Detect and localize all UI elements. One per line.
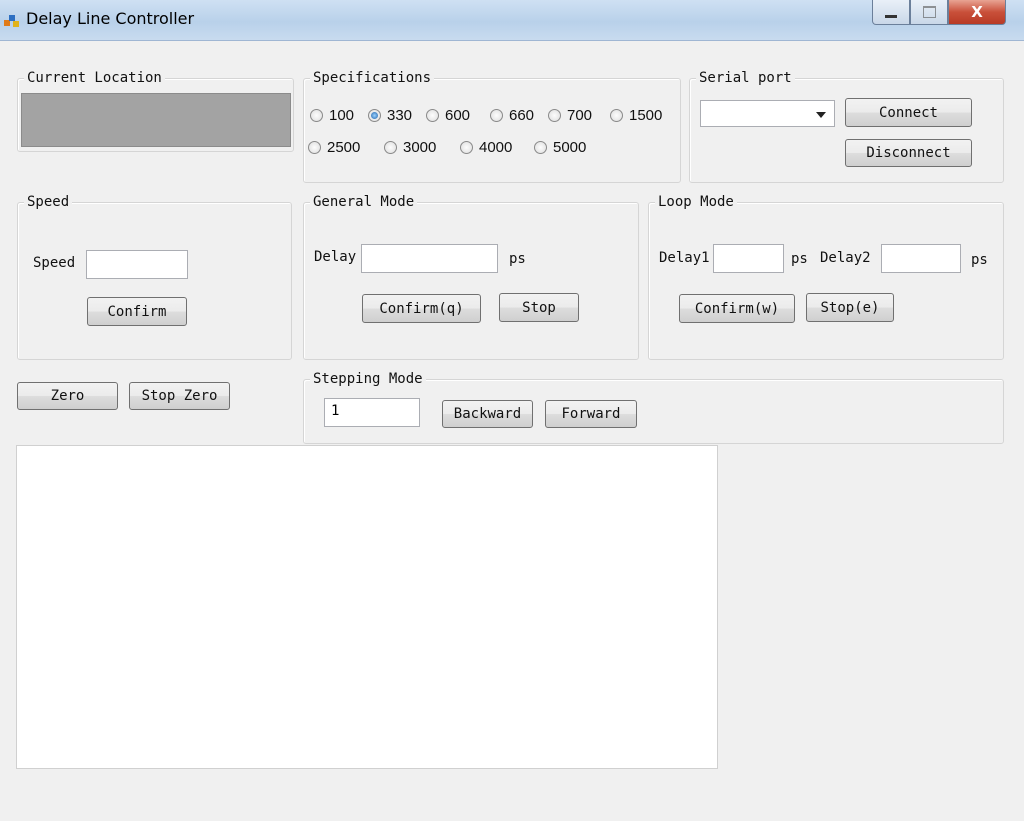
spec-option-label: 100 [329, 107, 355, 124]
general-delay-label: Delay [314, 249, 357, 265]
loop-stop-button[interactable]: Stop(e) [806, 293, 894, 322]
stepping-mode-title: Stepping Mode [310, 370, 426, 388]
spec-option-100[interactable]: 100 [310, 107, 354, 124]
loop-delay1-input[interactable] [713, 244, 784, 273]
chevron-down-icon[interactable] [816, 112, 826, 118]
minimize-icon [885, 14, 897, 18]
radio-button[interactable] [490, 109, 503, 122]
loop-mode-group: Loop Mode [648, 193, 1004, 360]
spec-option-label: 700 [567, 107, 593, 124]
general-stop-button[interactable]: Stop [499, 293, 579, 322]
spec-option-label: 660 [509, 107, 535, 124]
spec-option-4000[interactable]: 4000 [460, 139, 512, 156]
speed-group: Speed [17, 193, 292, 360]
spec-option-2500[interactable]: 2500 [308, 139, 360, 156]
speed-label: Speed [33, 255, 76, 271]
general-delay-input[interactable] [361, 244, 498, 273]
connect-button[interactable]: Connect [845, 98, 972, 127]
loop-delay2-unit: ps [971, 252, 988, 268]
window-controls: X [872, 0, 1006, 26]
general-delay-unit: ps [509, 251, 526, 267]
maximize-button[interactable] [910, 0, 948, 25]
spec-option-700[interactable]: 700 [548, 107, 592, 124]
loop-delay1-label: Delay1 [659, 250, 710, 266]
speed-title: Speed [24, 193, 73, 211]
spec-option-330[interactable]: 330 [368, 107, 412, 124]
serial-port-group: Serial port [689, 69, 1004, 183]
specifications-group: Specifications [303, 69, 681, 183]
loop-delay1-unit: ps [791, 251, 808, 267]
current-location-display [21, 93, 291, 147]
app-icon [4, 12, 20, 28]
loop-delay2-input[interactable] [881, 244, 961, 273]
spec-option-label: 330 [387, 107, 413, 124]
forward-button[interactable]: Forward [545, 400, 637, 428]
spec-option-label: 2500 [327, 139, 361, 156]
spec-option-1500[interactable]: 1500 [610, 107, 662, 124]
maximize-icon [922, 6, 936, 18]
spec-option-660[interactable]: 660 [490, 107, 534, 124]
radio-button[interactable] [368, 109, 381, 122]
stop-zero-button[interactable]: Stop Zero [129, 382, 230, 410]
loop-mode-title: Loop Mode [655, 193, 737, 211]
specifications-title: Specifications [310, 69, 435, 87]
radio-button[interactable] [460, 141, 473, 154]
spec-option-label: 3000 [403, 139, 437, 156]
loop-confirm-button[interactable]: Confirm(w) [679, 294, 795, 323]
close-icon: X [971, 3, 983, 21]
radio-button[interactable] [548, 109, 561, 122]
spec-option-3000[interactable]: 3000 [384, 139, 436, 156]
general-mode-group: General Mode [303, 193, 639, 360]
spec-option-600[interactable]: 600 [426, 107, 470, 124]
close-button[interactable]: X [948, 0, 1006, 25]
backward-button[interactable]: Backward [442, 400, 533, 428]
radio-button[interactable] [534, 141, 547, 154]
serial-port-select[interactable] [700, 100, 835, 127]
log-output[interactable] [16, 445, 718, 769]
loop-delay2-label: Delay2 [820, 250, 871, 266]
general-confirm-button[interactable]: Confirm(q) [362, 294, 481, 323]
radio-button[interactable] [310, 109, 323, 122]
spec-option-5000[interactable]: 5000 [534, 139, 586, 156]
disconnect-button[interactable]: Disconnect [845, 139, 972, 167]
minimize-button[interactable] [872, 0, 910, 25]
radio-button[interactable] [384, 141, 397, 154]
speed-input[interactable] [86, 250, 188, 279]
title-bar[interactable]: Delay Line Controller X [0, 0, 1024, 41]
zero-button[interactable]: Zero [17, 382, 118, 410]
window-title: Delay Line Controller [26, 9, 195, 28]
serial-port-title: Serial port [696, 69, 795, 87]
radio-button[interactable] [610, 109, 623, 122]
speed-confirm-button[interactable]: Confirm [87, 297, 187, 326]
radio-button[interactable] [308, 141, 321, 154]
general-mode-title: General Mode [310, 193, 418, 211]
spec-option-label: 600 [445, 107, 471, 124]
spec-option-label: 1500 [629, 107, 663, 124]
radio-button[interactable] [426, 109, 439, 122]
current-location-group: Current Location [17, 69, 294, 152]
current-location-title: Current Location [24, 69, 165, 87]
step-size-input[interactable]: 1 [324, 398, 420, 427]
spec-option-label: 4000 [479, 139, 513, 156]
spec-option-label: 5000 [553, 139, 587, 156]
